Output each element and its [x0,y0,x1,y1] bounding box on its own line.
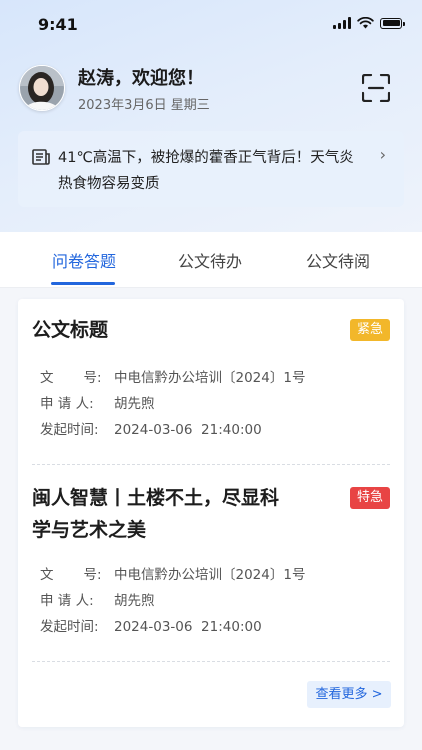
chevron-right-icon: › [379,145,386,164]
applicant-row: 申 请 人: 胡先煦 [40,392,155,412]
status-time: 9:41 [38,15,78,34]
tab-questionnaire[interactable]: 问卷答题 [52,248,116,272]
scan-icon[interactable] [362,74,390,102]
field-label: 发起时间: [40,422,99,438]
divider [32,464,390,465]
applicant-row: 申 请 人: 胡先煦 [40,589,155,609]
status-badge: 紧急 [349,319,390,341]
status-icons [333,17,405,29]
start-time-row: 发起时间: 2024-03-06 21:40:00 [40,418,262,438]
greeting-text: 赵涛，欢迎您！ [78,68,204,89]
notice-text: 41℃高温下，被抢爆的藿香正气背后！天气炎热食物容易变质 [58,150,354,192]
field-label: 申 请 人: [40,396,94,412]
field-value: 2024-03-06 21:40:00 [114,619,262,635]
wifi-icon [357,17,374,29]
signal-icon [333,17,351,29]
notice-banner[interactable]: 41℃高温下，被抢爆的藿香正气背后！天气炎热食物容易变质 › [18,131,404,207]
status-badge: 特急 [349,487,390,509]
field-label: 发起时间: [40,619,99,635]
document-number-row: 文 号: 中电信黔办公培训〔2024〕1号 [40,366,305,386]
document-number-row: 文 号: 中电信黔办公培训〔2024〕1号 [40,563,305,583]
status-bar: 9:41 [0,0,422,48]
view-more-button[interactable]: 查看更多 > [307,681,391,708]
field-value: 中电信黔办公培训〔2024〕1号 [114,370,306,386]
document-title[interactable]: 闽人智慧丨土楼不土，尽显科 学与艺术之美 [32,482,279,546]
active-tab-indicator [51,282,115,285]
tab-pending-docs[interactable]: 公文待办 [178,248,242,272]
tab-bar: 问卷答题 公文待办 公文待阅 [0,232,422,288]
start-time-row: 发起时间: 2024-03-06 21:40:00 [40,615,262,635]
field-label: 文 号: [40,567,102,583]
document-title-line: 学与艺术之美 [32,519,147,541]
document-list-card: 公文标题 紧急 文 号: 中电信黔办公培训〔2024〕1号 申 请 人: 胡先煦 发… [18,299,404,727]
tab-docs-to-read[interactable]: 公文待阅 [306,248,370,272]
field-value: 2024-03-06 21:40:00 [114,422,262,438]
divider [32,661,390,662]
document-title-line: 闽人智慧丨土楼不土，尽显科 [32,487,280,509]
field-value: 胡先煦 [114,593,155,609]
avatar[interactable] [19,65,65,111]
date-text: 2023年3月6日 星期三 [78,98,210,113]
document-title[interactable]: 公文标题 [32,314,108,346]
battery-icon [380,17,405,29]
field-label: 文 号: [40,370,102,386]
field-value: 中电信黔办公培训〔2024〕1号 [114,567,306,583]
field-label: 申 请 人: [40,593,94,609]
notice-icon [32,149,50,165]
field-value: 胡先煦 [114,396,155,412]
